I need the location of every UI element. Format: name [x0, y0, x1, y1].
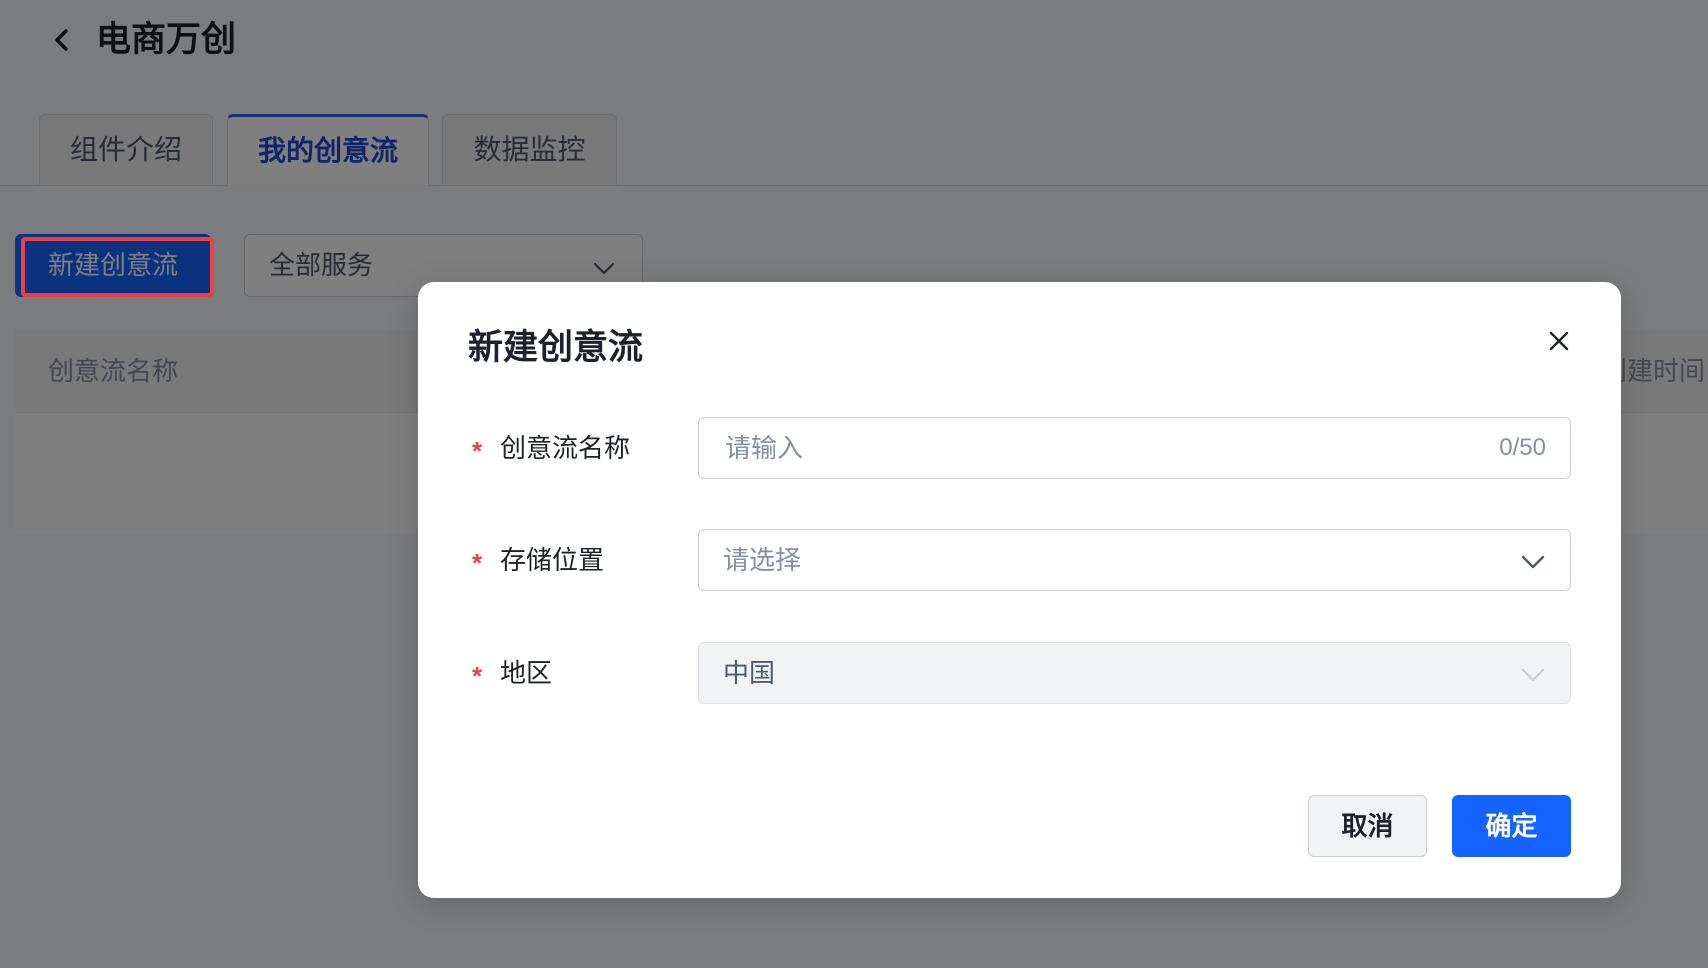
- chevron-down-icon: [1521, 668, 1545, 682]
- new-creative-flow-dialog: 新建创意流 * 创意流名称 0/50 * 存储位置 请选择 * 地区 中国: [418, 282, 1621, 898]
- flow-name-input[interactable]: [699, 418, 1485, 478]
- form-row-storage-location: * 存储位置 请选择: [418, 529, 1621, 591]
- storage-location-label: 存储位置: [500, 545, 605, 575]
- flow-name-label: 创意流名称: [500, 433, 631, 463]
- region-value: 中国: [723, 658, 776, 688]
- storage-location-select[interactable]: 请选择: [698, 529, 1571, 591]
- storage-location-placeholder: 请选择: [723, 545, 802, 575]
- cancel-button[interactable]: 取消: [1308, 795, 1427, 857]
- form-row-flow-name: * 创意流名称 0/50: [418, 417, 1621, 479]
- region-label: 地区: [500, 658, 553, 688]
- chevron-down-icon: [1521, 555, 1545, 569]
- form-row-region: * 地区 中国: [418, 642, 1621, 704]
- char-counter: 0/50: [1499, 434, 1546, 461]
- region-select: 中国: [698, 642, 1571, 704]
- required-mark: *: [472, 436, 483, 466]
- close-icon[interactable]: [1547, 329, 1571, 353]
- required-mark: *: [472, 548, 483, 578]
- flow-name-field[interactable]: 0/50: [698, 417, 1571, 479]
- confirm-button[interactable]: 确定: [1452, 795, 1571, 857]
- required-mark: *: [472, 661, 483, 691]
- dialog-title: 新建创意流: [468, 328, 644, 367]
